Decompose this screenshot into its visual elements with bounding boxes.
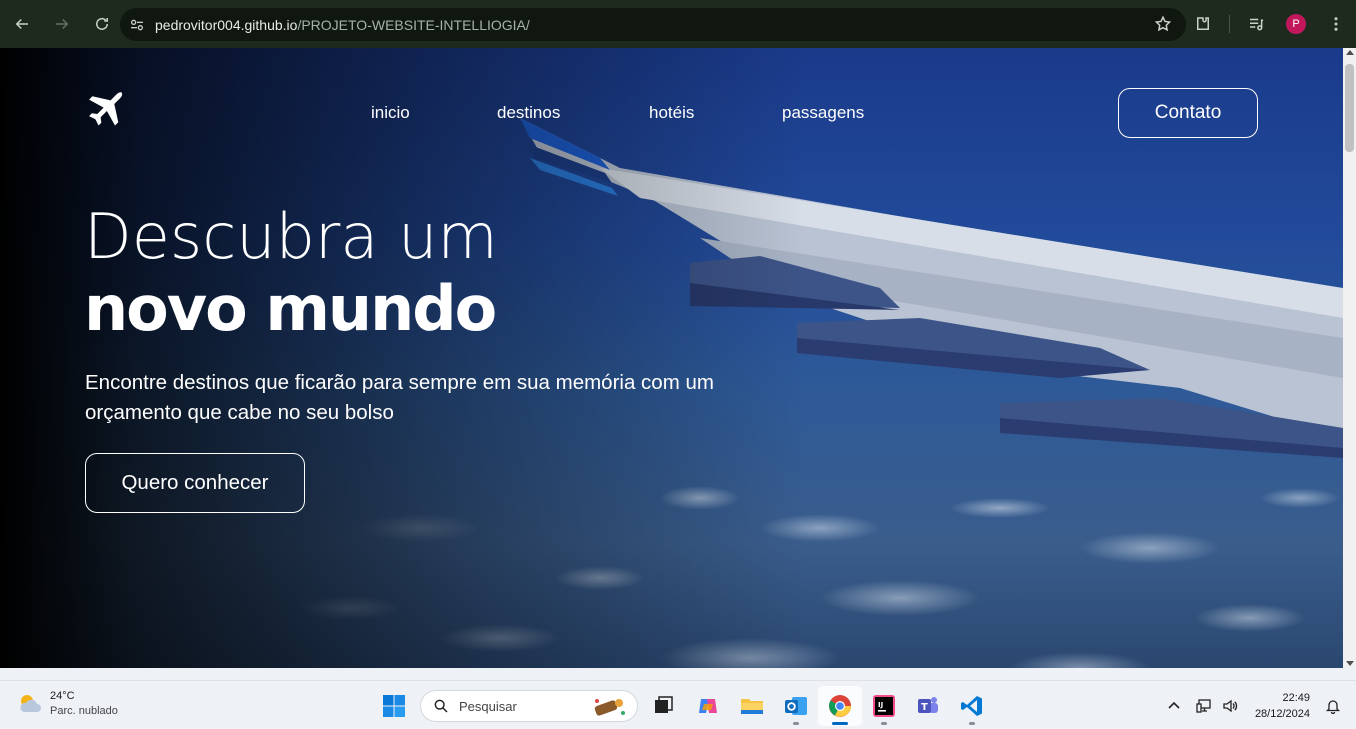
folder-icon: [741, 699, 763, 714]
toolbar-separator: [1229, 15, 1230, 33]
speaker-icon: [1223, 699, 1238, 712]
airplane-icon[interactable]: [84, 90, 126, 132]
outlook-icon: [785, 697, 807, 715]
network-icon: [1196, 698, 1211, 713]
show-hidden-icons-button[interactable]: [1161, 693, 1187, 719]
url-host: pedrovitor004.github.io: [155, 16, 298, 33]
weather-text: 24°C Parc. nublado: [50, 689, 118, 719]
clock-time: 22:49: [1282, 691, 1310, 704]
url-text: pedrovitor004.github.io/PROJETO-WEBSITE-…: [155, 17, 530, 33]
task-view-button[interactable]: [642, 686, 686, 726]
weather-condition: Parc. nublado: [50, 705, 118, 717]
copilot-button[interactable]: [686, 686, 730, 726]
extensions-button[interactable]: [1183, 4, 1223, 44]
weather-widget[interactable]: 24°C Parc. nublado: [16, 689, 118, 719]
search-icon: [434, 699, 448, 713]
cta-button[interactable]: Quero conhecer: [85, 453, 305, 513]
scroll-down-arrow-icon[interactable]: [1346, 661, 1354, 666]
search-highlight-icon: [594, 699, 625, 716]
bell-icon: [1325, 699, 1341, 714]
start-button[interactable]: [372, 686, 416, 726]
profile-button[interactable]: P: [1276, 4, 1316, 44]
partly-cloudy-icon: [20, 695, 41, 712]
chrome-button[interactable]: [818, 686, 862, 726]
reload-icon: [96, 17, 108, 30]
notifications-button[interactable]: [1320, 693, 1346, 719]
chevron-up-icon: [1168, 701, 1180, 709]
vscode-icon: [961, 696, 982, 716]
address-bar[interactable]: pedrovitor004.github.io/PROJETO-WEBSITE-…: [120, 8, 1186, 41]
scroll-thumb[interactable]: [1345, 64, 1354, 152]
profile-avatar: P: [1286, 14, 1306, 34]
outlook-button[interactable]: [774, 686, 818, 726]
weather-temperature: 24°C: [50, 690, 75, 702]
teams-icon: T: [918, 697, 938, 713]
system-tray: 22:49 28/12/2024: [1161, 681, 1356, 729]
taskbar-search[interactable]: Pesquisar: [420, 690, 638, 722]
bookmark-star-icon[interactable]: [1154, 15, 1172, 33]
chrome-icon: [829, 695, 851, 717]
jetbrains-icon: IJ: [873, 695, 895, 717]
scroll-up-arrow-icon[interactable]: [1346, 50, 1354, 55]
svg-text:T: T: [921, 702, 928, 713]
browser-toolbar: pedrovitor004.github.io/PROJETO-WEBSITE-…: [0, 0, 1356, 48]
active-indicator: [832, 722, 848, 725]
vscode-button[interactable]: [950, 686, 994, 726]
url-path: /PROJETO-WEBSITE-INTELLIOGIA/: [297, 16, 530, 33]
site-info-icon[interactable]: [129, 17, 145, 33]
running-indicator: [881, 722, 887, 725]
contact-button[interactable]: Contato: [1118, 88, 1258, 138]
nav-link-inicio[interactable]: inicio: [371, 103, 410, 123]
forward-button[interactable]: [44, 6, 80, 42]
page-scrollbar[interactable]: [1343, 48, 1356, 668]
windows-taskbar: 24°C Parc. nublado Pesquisar IJ T 22:49 …: [0, 680, 1356, 729]
nav-link-destinos[interactable]: destinos: [497, 103, 560, 123]
reload-button[interactable]: [84, 6, 120, 42]
nav-link-hoteis[interactable]: hotéis: [649, 103, 694, 123]
task-view-icon: [655, 696, 673, 713]
media-controls-icon: [1250, 18, 1264, 31]
extensions-icon: [1197, 17, 1209, 30]
back-icon: [15, 18, 28, 30]
headline-bold: novo mundo: [84, 272, 497, 345]
media-controls-button[interactable]: [1236, 4, 1276, 44]
jetbrains-button[interactable]: IJ: [862, 686, 906, 726]
kebab-menu-icon: [1334, 17, 1338, 31]
clock-date: 28/12/2024: [1254, 707, 1310, 720]
taskbar-top-strip: [0, 668, 1356, 680]
file-explorer-button[interactable]: [730, 686, 774, 726]
windows-logo-icon: [383, 695, 405, 717]
copilot-icon: [699, 699, 717, 713]
web-page-viewport: inicio destinos hotéis passagens Contato…: [0, 48, 1343, 668]
running-indicator: [793, 722, 799, 725]
headline-light: Descubra um: [84, 200, 498, 273]
volume-button[interactable]: [1217, 693, 1243, 719]
taskbar-apps: Pesquisar IJ T: [372, 686, 994, 726]
clock[interactable]: 22:49 28/12/2024: [1255, 690, 1310, 722]
hero-subtitle: Encontre destinos que ficarão para sempr…: [85, 371, 714, 424]
running-indicator: [969, 722, 975, 725]
hero-gradient-overlay: [0, 48, 1343, 668]
back-button[interactable]: [4, 6, 40, 42]
svg-text:IJ: IJ: [878, 701, 883, 709]
teams-button[interactable]: T: [906, 686, 950, 726]
network-button[interactable]: [1191, 693, 1217, 719]
search-placeholder: Pesquisar: [459, 698, 517, 714]
nav-link-passagens[interactable]: passagens: [782, 103, 864, 123]
forward-icon: [56, 18, 69, 30]
toolbar-actions: P: [1183, 0, 1356, 48]
kebab-menu-button[interactable]: [1316, 4, 1356, 44]
